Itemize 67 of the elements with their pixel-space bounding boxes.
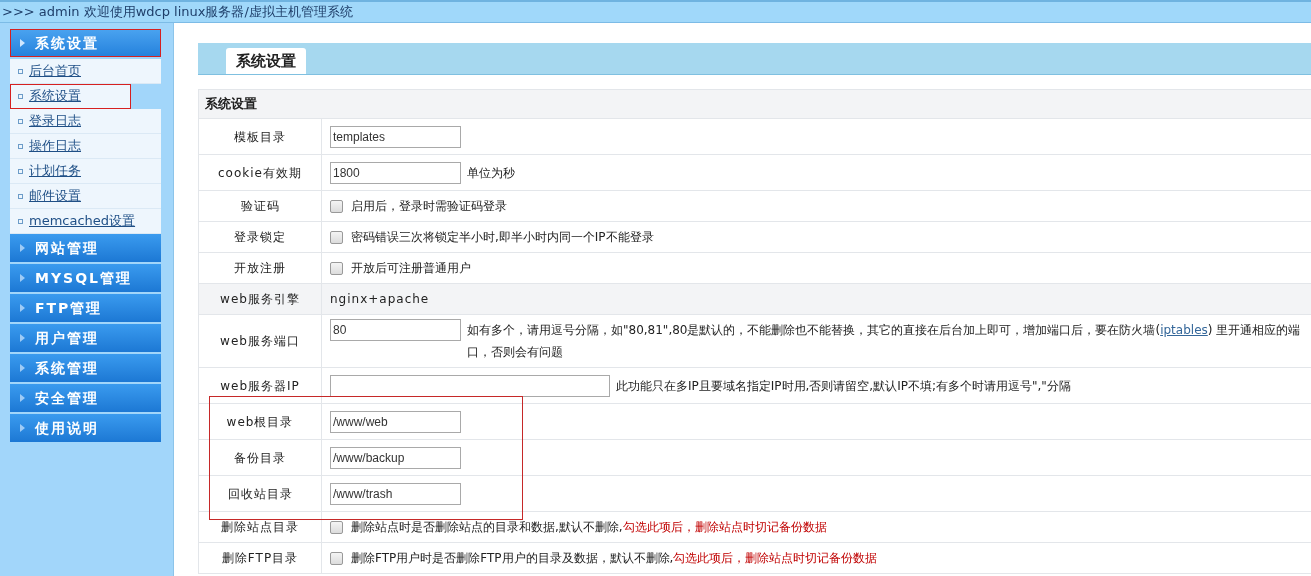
checkbox-label: 开放后可注册普通用户: [351, 260, 471, 277]
bullet-icon: [18, 218, 23, 224]
menu-item[interactable]: memcached设置: [10, 209, 161, 234]
checkbox[interactable]: [330, 230, 343, 244]
menu-header[interactable]: 网站管理: [10, 234, 161, 262]
text-field[interactable]: templates: [330, 125, 461, 148]
bullet-icon: [18, 118, 23, 124]
field-label: web服务引擎: [220, 291, 300, 308]
menu-header[interactable]: 使用说明: [10, 414, 161, 442]
section-title: 系统设置: [205, 95, 257, 114]
menu-item[interactable]: 邮件设置: [10, 184, 161, 209]
caret-icon: [20, 39, 25, 47]
text-field[interactable]: 1800: [330, 161, 461, 184]
caret-icon: [20, 364, 25, 372]
caret-icon: [20, 394, 25, 402]
text-field[interactable]: /www/trash: [330, 482, 461, 505]
menu-header[interactable]: 系统管理: [10, 354, 161, 382]
field-hint: 如有多个，请用逗号分隔，如"80,81",80是默认的，不能删除也不能替换，其它的直接在后台加上即可，增加端口后，要在防火墙(iptables) 里开通相应的端口，否则会有问题: [467, 322, 1302, 361]
text-field[interactable]: 80: [330, 319, 461, 341]
field-label: 验证码: [240, 198, 280, 215]
caret-icon: [20, 424, 25, 432]
field-label: 删除站点目录: [221, 519, 299, 536]
bullet-icon: [18, 193, 23, 199]
field-label: web根目录: [226, 413, 294, 431]
field-label: 删除FTP目录: [221, 550, 299, 567]
field-label: 开放注册: [234, 260, 286, 277]
menu-item[interactable]: 登录日志: [10, 109, 161, 134]
text-field[interactable]: [330, 374, 610, 397]
bullet-icon: [18, 93, 23, 99]
checkbox[interactable]: [330, 199, 343, 213]
menu-header[interactable]: FTP管理: [10, 294, 161, 322]
field-label: web服务器IP: [220, 377, 300, 395]
field-label: 登录锁定: [234, 229, 286, 246]
checkbox-label: 启用后，登录时需验证码登录: [351, 198, 507, 215]
caret-icon: [20, 244, 25, 252]
menu-item[interactable]: 操作日志: [10, 134, 161, 159]
welcome-text: >>> admin 欢迎使用wdcp linux服务器/虚拟主机管理系统: [2, 3, 353, 22]
iptables-link[interactable]: iptables: [1160, 323, 1208, 337]
menu-header[interactable]: MYSQL管理: [10, 264, 161, 292]
caret-icon: [20, 304, 25, 312]
checkbox[interactable]: [330, 261, 343, 275]
menu-item[interactable]: 计划任务: [10, 159, 161, 184]
field-label: 回收站目录: [227, 485, 293, 503]
checkbox-label: 删除FTP用户时是否删除FTP用户的目录及数据，默认不删除,勾选此项后，删除站点时切记备份数据: [351, 550, 878, 567]
field-value: nginx+apache: [330, 291, 430, 308]
field-label: cookie有效期: [218, 164, 302, 182]
tab[interactable]: 系统设置: [226, 48, 306, 74]
menu-item[interactable]: 系统设置: [10, 84, 131, 109]
checkbox-label: 密码错误三次将锁定半小时,即半小时内同一个IP不能登录: [351, 229, 654, 246]
field-hint: 此功能只在多IP且要域名指定IP时用,否则请留空,默认IP不填;有多个时请用逗号","分隔: [616, 377, 1071, 395]
checkbox[interactable]: [330, 551, 343, 565]
text-field[interactable]: /www/web: [330, 410, 461, 433]
field-label: 备份目录: [234, 449, 286, 467]
menu-item[interactable]: 后台首页: [10, 59, 161, 84]
bullet-icon: [18, 168, 23, 174]
checkbox[interactable]: [330, 520, 343, 534]
bullet-icon: [18, 143, 23, 149]
caret-icon: [20, 274, 25, 282]
text-field[interactable]: /www/backup: [330, 446, 461, 469]
bullet-icon: [18, 68, 23, 74]
menu-header[interactable]: 安全管理: [10, 384, 161, 412]
field-hint: 单位为秒: [467, 164, 515, 182]
field-label: 模板目录: [234, 128, 286, 146]
caret-icon: [20, 334, 25, 342]
field-label: web服务端口: [220, 333, 300, 350]
menu-header[interactable]: 用户管理: [10, 324, 161, 352]
checkbox-label: 删除站点时是否删除站点的目录和数据,默认不删除,勾选此项后，删除站点时切记备份数据: [351, 519, 827, 536]
